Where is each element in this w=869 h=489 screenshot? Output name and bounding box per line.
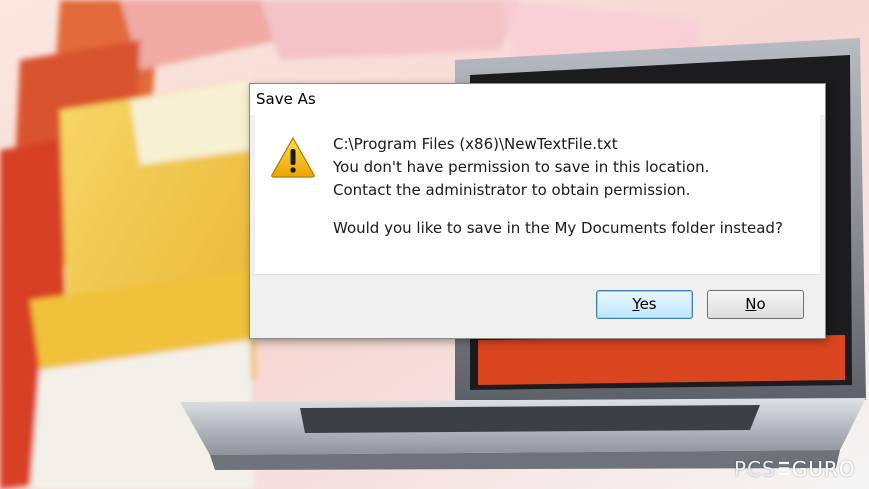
warning-icon [271,136,315,178]
dialog-body: C:\Program Files (x86)\NewTextFile.txt Y… [255,115,820,275]
yes-mnemonic: Y [632,295,640,313]
dialog-message: C:\Program Files (x86)\NewTextFile.txt Y… [333,133,783,240]
save-as-dialog: Save As C:\Program Files (x86)\NewTextFi… [249,83,826,339]
security-icon [778,461,789,476]
logo-pcs: PCS [734,457,776,481]
contact-admin-text: Contact the administrator to obtain perm… [333,181,691,199]
dialog-titlebar[interactable]: Save As [250,84,825,115]
pcseguro-logo: PCS GURO [734,457,856,481]
no-label-rest: o [756,295,766,313]
logo-guro: GURO [791,457,856,481]
question-text: Would you like to save in the My Documen… [333,219,783,237]
no-mnemonic: N [745,295,757,313]
dialog-title: Save As [256,90,316,108]
file-path-text: C:\Program Files (x86)\NewTextFile.txt [333,135,618,153]
yes-button[interactable]: Yes [596,290,693,319]
yes-label-rest: es [639,295,657,313]
no-button[interactable]: No [707,290,804,319]
permission-text: You don't have permission to save in thi… [333,158,710,176]
